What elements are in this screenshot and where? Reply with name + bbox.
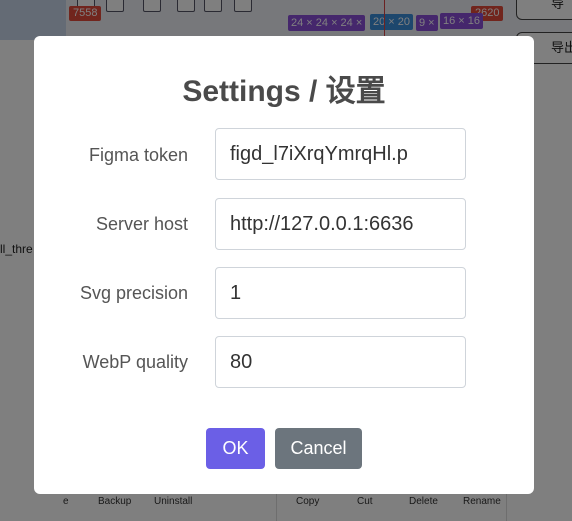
svg-precision-input[interactable] xyxy=(215,267,466,319)
svg-precision-label: Svg precision xyxy=(79,283,188,303)
cancel-button[interactable]: Cancel xyxy=(275,428,362,469)
webp-quality-input[interactable] xyxy=(215,336,466,388)
figma-token-label: Figma token xyxy=(88,145,188,165)
figma-token-input[interactable] xyxy=(215,128,466,180)
settings-dialog: Settings / 设置 Figma token Server host Sv… xyxy=(34,36,534,494)
webp-quality-label: WebP quality xyxy=(82,352,188,372)
dialog-title: Settings / 设置 xyxy=(182,75,386,108)
ok-button[interactable]: OK xyxy=(206,428,265,469)
server-host-label: Server host xyxy=(95,214,188,234)
server-host-input[interactable] xyxy=(215,198,466,250)
